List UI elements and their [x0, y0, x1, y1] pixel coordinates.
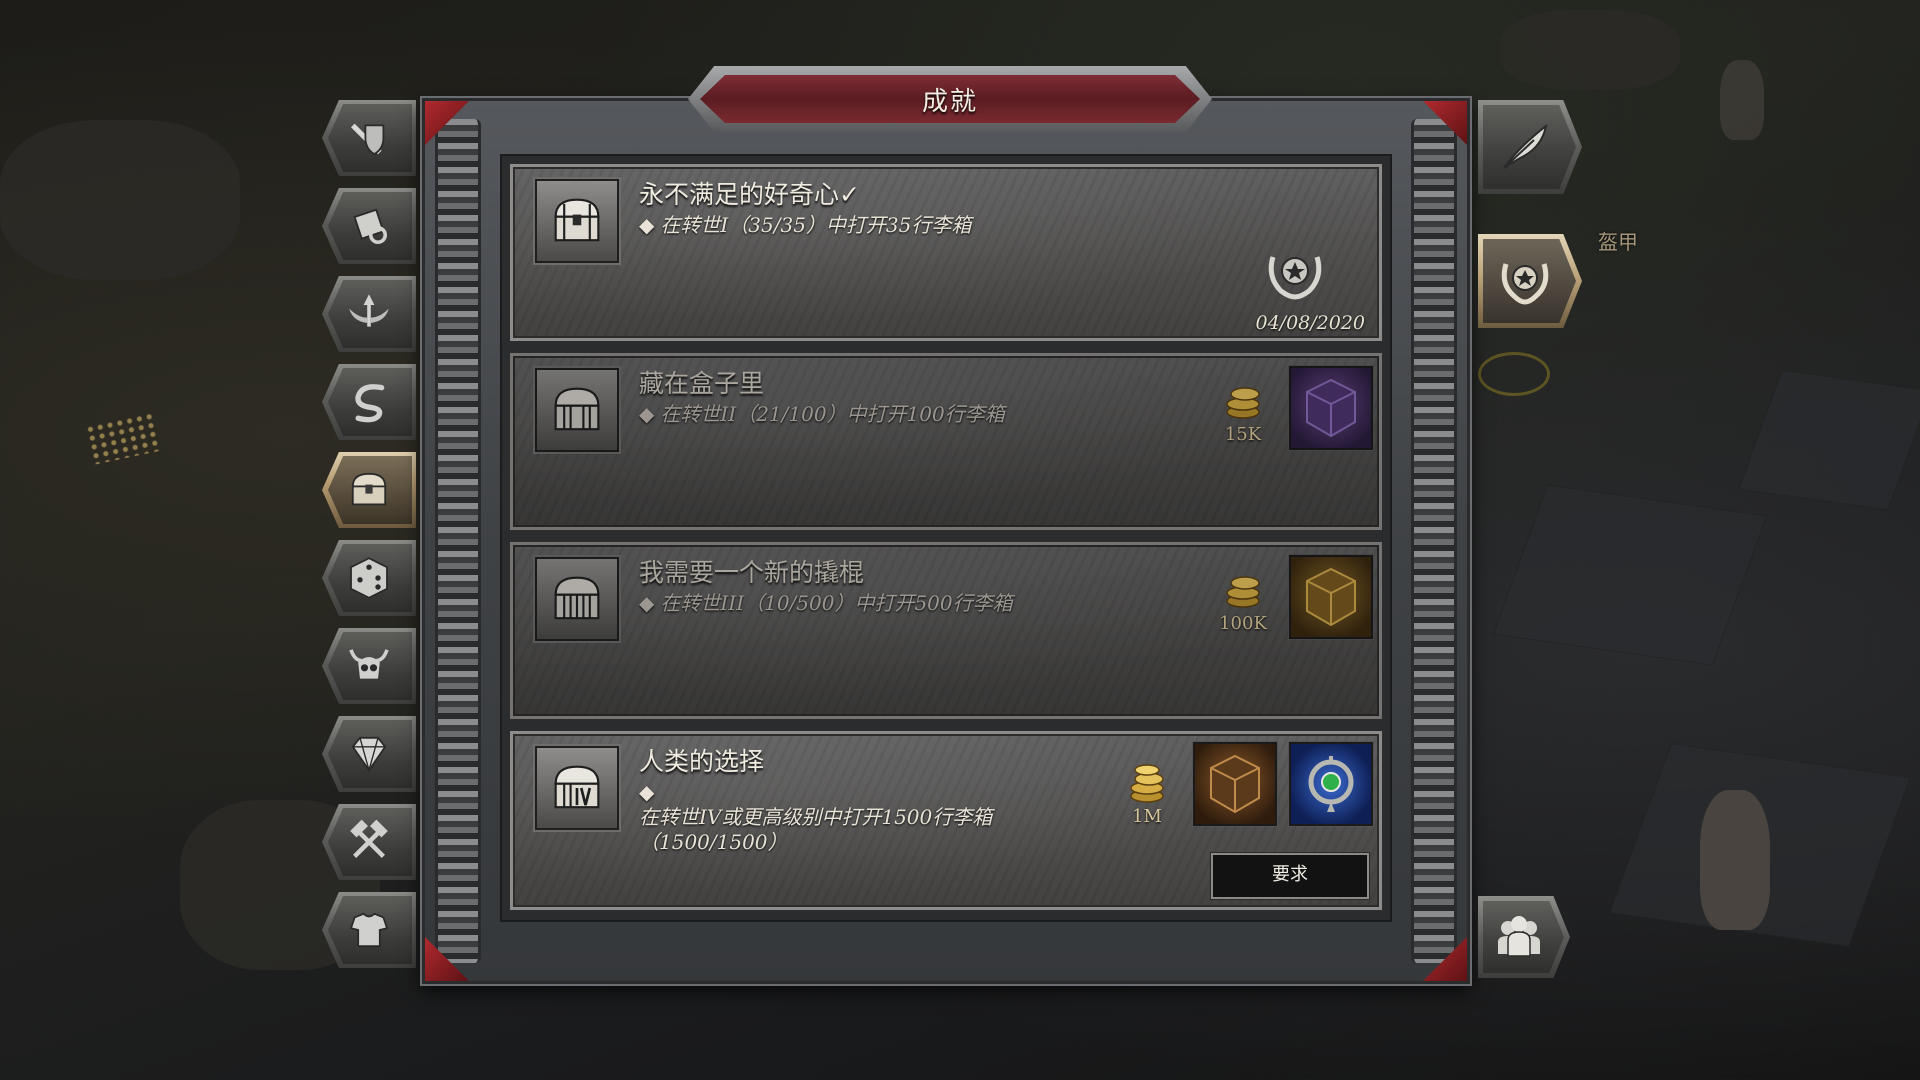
- gold-reward-amount: 15K: [1224, 424, 1262, 445]
- bullet-marker: ◆: [639, 780, 655, 804]
- background-item-label: 盔甲: [1598, 232, 1638, 254]
- serpent-icon: [355, 384, 385, 423]
- laurel-star-medal-icon: [1268, 256, 1322, 300]
- bronze-rune-cube-icon: [1210, 754, 1260, 814]
- achievement-description: ◆ 在转世III（10/500）中打开500行李箱: [639, 591, 1099, 616]
- achievement-card[interactable]: 人类的选择 ◆ 在转世IV或更高级别中打开1500行李箱（1500/1500） 1…: [510, 731, 1382, 910]
- crossed-hammers-icon: [350, 819, 388, 858]
- background-creature: [1700, 790, 1770, 930]
- achievement-title: 永不满足的好奇心✓: [639, 180, 860, 209]
- journal-button[interactable]: [1478, 100, 1582, 194]
- background-rock: [0, 120, 240, 280]
- reward-item-slot[interactable]: [1289, 366, 1373, 450]
- achievement-description: ◆ 在转世I（35/35）中打开35行李箱: [639, 213, 1099, 238]
- reward-item-slot[interactable]: [1289, 742, 1373, 826]
- achievements-tab-button[interactable]: [1478, 234, 1582, 328]
- panel-title-plate: 成就: [688, 66, 1212, 132]
- reward-item-slot[interactable]: [1193, 742, 1277, 826]
- nav-gems[interactable]: [322, 716, 416, 792]
- background-creature: [1720, 60, 1764, 140]
- achievement-description: ◆ 在转世II（21/100）中打开100行李箱: [639, 402, 1099, 427]
- background-floor-tile: [1492, 484, 1768, 666]
- achievement-icon: [535, 557, 619, 641]
- achievement-description: ◆ 在转世IV或更高级别中打开1500行李箱（1500/1500）: [639, 780, 1099, 855]
- laurel-star-medal-icon: [1501, 263, 1549, 305]
- achievement-card[interactable]: 我需要一个新的撬棍 ◆ 在转世III（10/500）中打开500行李箱 100K: [510, 542, 1382, 719]
- nav-combat[interactable]: [322, 100, 416, 176]
- nav-crafting[interactable]: [322, 804, 416, 880]
- nav-bosses[interactable]: [322, 628, 416, 704]
- golden-rune-cube-icon: [1306, 567, 1356, 627]
- treasure-chest-icon: [351, 472, 387, 506]
- gem-icon: [351, 736, 387, 773]
- sword-shield-icon: [351, 123, 385, 156]
- gold-reward-amount: 100K: [1219, 613, 1267, 634]
- achievement-icon: [535, 746, 619, 830]
- treasure-chest-icon: [554, 198, 600, 242]
- decorative-chain: [1411, 119, 1457, 963]
- achievement-card[interactable]: 藏在盒子里 ◆ 在转世II（21/100）中打开100行李箱 15K: [510, 353, 1382, 530]
- treasure-chest-icon: [554, 576, 600, 620]
- treasure-chest-icon: [554, 387, 600, 431]
- gold-reward-amount: 1M: [1132, 806, 1162, 827]
- achievement-title: 我需要一个新的撬棍: [639, 558, 865, 587]
- gold-reward: 1M: [1117, 758, 1177, 827]
- achievement-requirement-text: 在转世II（21/100）中打开100行李箱: [660, 402, 1005, 426]
- nav-quests[interactable]: [322, 188, 416, 264]
- social-button[interactable]: [1478, 896, 1570, 978]
- bullet-marker: ◆: [639, 213, 655, 237]
- dice-icon: [350, 557, 388, 599]
- gold-reward: 15K: [1213, 376, 1273, 445]
- purple-rune-cube-icon: [1306, 378, 1356, 438]
- scroll-icon: [353, 208, 387, 244]
- achievement-requirement-text: 在转世III（10/500）中打开500行李箱: [660, 591, 1013, 615]
- background-floor-tile: [1738, 369, 1920, 511]
- group-people-icon: [1498, 916, 1540, 957]
- panel-title: 成就: [921, 86, 978, 117]
- nav-games[interactable]: [322, 540, 416, 616]
- achievement-icon: [535, 179, 619, 263]
- nav-treasure[interactable]: [322, 452, 416, 528]
- gold-coins-icon: [1226, 387, 1260, 419]
- requirements-button[interactable]: 要求: [1211, 853, 1369, 899]
- achievement-card[interactable]: 永不满足的好奇心✓ ◆ 在转世I（35/35）中打开35行李箱 04/08/202…: [510, 164, 1382, 341]
- gold-coins-icon: [1130, 764, 1164, 803]
- achievement-list[interactable]: 永不满足的好奇心✓ ◆ 在转世I（35/35）中打开35行李箱 04/08/202…: [500, 154, 1392, 922]
- background-rock: [1500, 10, 1680, 90]
- bullet-marker: ◆: [639, 402, 655, 426]
- reward-item-slot[interactable]: [1289, 555, 1373, 639]
- achievement-title: 藏在盒子里: [639, 369, 765, 398]
- achievement-icon: [535, 368, 619, 452]
- winged-arrow-icon: [349, 294, 389, 327]
- nav-travel[interactable]: [322, 276, 416, 352]
- gold-reward: 100K: [1213, 565, 1273, 634]
- bullet-marker: ◆: [639, 591, 655, 615]
- gold-coins-icon: [1226, 576, 1260, 608]
- nav-equipment[interactable]: [322, 892, 416, 968]
- background-gold-pile: [84, 410, 164, 466]
- treasure-chest-iv-icon: [554, 765, 600, 809]
- armor-icon: [349, 912, 389, 948]
- achievement-requirement-text: 在转世IV或更高级别中打开1500行李箱（1500/1500）: [639, 805, 993, 854]
- horned-skull-icon: [349, 649, 389, 679]
- nav-creatures[interactable]: [322, 364, 416, 440]
- achievement-requirement-text: 在转世I（35/35）中打开35行李箱: [660, 213, 972, 237]
- background-magic-circle: [1478, 352, 1550, 396]
- achievement-title: 人类的选择: [639, 747, 765, 776]
- blue-amulet-icon: [1308, 756, 1354, 812]
- feather-quill-icon: [1503, 123, 1548, 169]
- decorative-chain: [435, 119, 481, 963]
- completion-date: 04/08/2020: [1255, 312, 1365, 334]
